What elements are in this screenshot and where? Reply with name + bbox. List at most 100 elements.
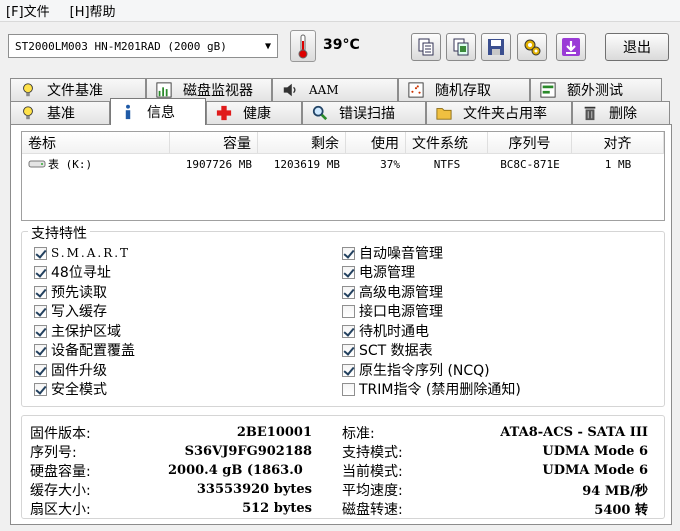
feature-host-protected-area[interactable]: 主保护区域 <box>34 322 121 340</box>
feature-security-mode[interactable]: 安全模式 <box>34 380 107 398</box>
copy-screenshot-button[interactable] <box>446 33 476 61</box>
extra-test-icon <box>539 81 557 99</box>
volume-used: 37% <box>380 157 400 171</box>
supported-mode-label: 支持模式: <box>342 444 403 461</box>
feature-checkbox[interactable] <box>34 246 47 260</box>
feature-power-management[interactable]: 电源管理 <box>342 263 415 281</box>
cache-label: 缓存大小: <box>30 482 91 499</box>
column-header-alignment[interactable]: 对齐 <box>572 132 664 153</box>
feature-device-config-overlay[interactable]: 设备配置覆盖 <box>34 341 135 359</box>
feature-checkbox[interactable] <box>342 265 355 279</box>
feature-checkbox[interactable] <box>34 265 47 279</box>
average-speed-value: 94 MB/秒 <box>582 484 648 499</box>
feature-write-cache[interactable]: 写入缓存 <box>34 302 107 320</box>
standard-value: ATA8-ACS - SATA III <box>500 425 648 440</box>
menu-file[interactable]: [F]文件 <box>6 1 50 20</box>
disk-select[interactable]: ST2000LM003 HN-M201RAD (2000 gB) ▼ <box>8 34 278 58</box>
volume-list[interactable]: 卷标 容量 剩余 使用 文件系统 序列号 对齐 表 (K:) 1907726 M… <box>21 131 665 221</box>
toolbar: ST2000LM003 HN-M201RAD (2000 gB) ▼ 39°C … <box>0 24 680 70</box>
feature-checkbox[interactable] <box>342 304 355 318</box>
feature-read-ahead[interactable]: 预先读取 <box>34 283 107 301</box>
volume-serial: BC8C-871E <box>500 157 560 171</box>
volume-free: 1203619 MB <box>273 157 340 171</box>
volume-label: 表 (K:) <box>48 158 93 171</box>
health-cross-icon <box>215 104 233 122</box>
thermometer-icon[interactable] <box>290 30 316 62</box>
drive-details-group: 固件版本: 2BE10001 序列号: S36VJ9FG902188 硬盘容量:… <box>21 415 665 519</box>
feature-checkbox[interactable] <box>342 246 355 260</box>
drive-icon <box>28 160 46 168</box>
features-group: 支持特性 S.M.A.R.T 48位寻址 预先读取 写入缓存 主保护区域 设备配… <box>21 223 665 407</box>
save-button[interactable] <box>481 33 511 61</box>
tab-error-scan[interactable]: 错误扫描 <box>302 101 426 124</box>
chevron-down-icon[interactable]: ▼ <box>259 35 277 57</box>
feature-checkbox[interactable] <box>342 324 355 338</box>
bulb-icon <box>19 104 37 122</box>
menu-help[interactable]: [H]帮助 <box>70 1 116 20</box>
feature-interface-power-mgmt[interactable]: 接口电源管理 <box>342 302 443 320</box>
bulb-icon <box>19 81 37 99</box>
feature-trim[interactable]: TRIM指令 (禁用删除通知) <box>342 380 521 398</box>
feature-48bit-lba[interactable]: 48位寻址 <box>34 263 111 281</box>
feature-checkbox[interactable] <box>34 363 47 377</box>
table-row[interactable]: 表 (K:) 1907726 MB 1203619 MB 37% NTFS BC… <box>22 154 664 174</box>
feature-checkbox[interactable] <box>34 324 47 338</box>
rotation-speed-label: 磁盘转速: <box>342 501 403 518</box>
cache-value: 33553920 bytes <box>196 482 312 497</box>
tab-extra-tests[interactable]: 额外测试 <box>530 78 662 101</box>
trash-icon <box>581 104 599 122</box>
feature-smart[interactable]: S.M.A.R.T <box>34 244 130 262</box>
options-button[interactable] <box>517 33 547 61</box>
feature-checkbox[interactable] <box>34 304 47 318</box>
column-header-free[interactable]: 剩余 <box>258 132 346 153</box>
volume-capacity: 1907726 MB <box>185 157 252 171</box>
feature-checkbox[interactable] <box>342 343 355 357</box>
copy-button[interactable] <box>411 33 441 61</box>
magnifier-icon <box>311 104 329 122</box>
tab-info[interactable]: 信息 <box>110 98 206 125</box>
feature-checkbox[interactable] <box>342 285 355 299</box>
info-icon <box>119 103 137 121</box>
feature-ncq[interactable]: 原生指令序列 (NCQ) <box>342 361 490 379</box>
feature-checkbox[interactable] <box>34 382 47 396</box>
column-header-label[interactable]: 卷标 <box>22 132 170 153</box>
firmware-value: 2BE10001 <box>236 425 312 440</box>
sector-size-value: 512 bytes <box>242 501 312 516</box>
rotation-speed-value: 5400 转 <box>594 503 648 518</box>
feature-checkbox[interactable] <box>34 343 47 357</box>
download-button[interactable] <box>556 33 586 61</box>
chart-icon <box>155 81 173 99</box>
temperature-value: 39°C <box>323 37 360 53</box>
save-icon <box>488 39 504 55</box>
current-mode-value: UDMA Mode 6 <box>542 463 648 478</box>
current-mode-label: 当前模式: <box>342 463 403 480</box>
feature-checkbox[interactable] <box>342 382 355 396</box>
tab-aam[interactable]: AAM <box>272 78 398 101</box>
column-header-filesystem[interactable]: 文件系统 <box>406 132 488 153</box>
features-title: 支持特性 <box>28 223 90 243</box>
serial-value: S36VJ9FG902188 <box>184 444 312 459</box>
speaker-icon <box>281 81 299 99</box>
tab-erase[interactable]: 删除 <box>572 101 670 124</box>
tab-health[interactable]: 健康 <box>206 101 302 124</box>
standard-label: 标准: <box>342 425 375 442</box>
feature-firmware-upgrade[interactable]: 固件升级 <box>34 361 107 379</box>
feature-checkbox[interactable] <box>34 285 47 299</box>
feature-checkbox[interactable] <box>342 363 355 377</box>
column-header-capacity[interactable]: 容量 <box>170 132 258 153</box>
tab-folder-usage[interactable]: 文件夹占用率 <box>426 101 572 124</box>
column-header-serial[interactable]: 序列号 <box>488 132 572 153</box>
average-speed-label: 平均速度: <box>342 482 403 499</box>
tabs-bottom-row: 基准 信息 健康 错误扫描 文件夹占用率 删除 <box>10 98 670 125</box>
feature-aam[interactable]: 自动噪音管理 <box>342 244 443 262</box>
feature-apm[interactable]: 高级电源管理 <box>342 283 443 301</box>
column-header-used[interactable]: 使用 <box>346 132 406 153</box>
firmware-label: 固件版本: <box>30 425 91 442</box>
tab-random-access[interactable]: 随机存取 <box>398 78 530 101</box>
feature-sct-tables[interactable]: SCT 数据表 <box>342 341 433 359</box>
feature-power-up-standby[interactable]: 待机时通电 <box>342 322 429 340</box>
serial-label: 序列号: <box>30 444 77 461</box>
exit-button[interactable]: 退出 <box>605 33 669 61</box>
capacity-label: 硬盘容量: <box>30 463 91 480</box>
tab-benchmark[interactable]: 基准 <box>10 101 110 124</box>
